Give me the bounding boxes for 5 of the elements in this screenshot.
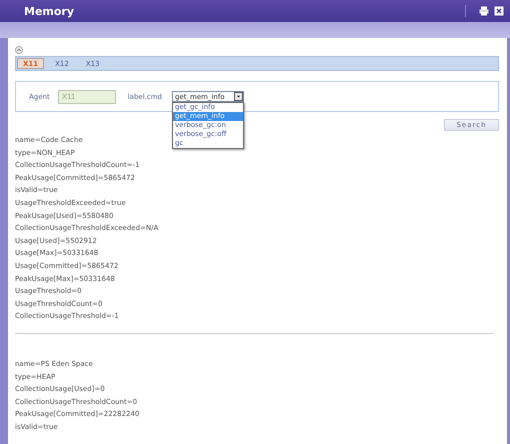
print-icon[interactable] [479,6,489,16]
caret-icon [234,92,243,101]
close-icon[interactable] [494,6,504,16]
window-title: Memory [24,4,76,18]
collapse-icon[interactable] [15,46,23,54]
